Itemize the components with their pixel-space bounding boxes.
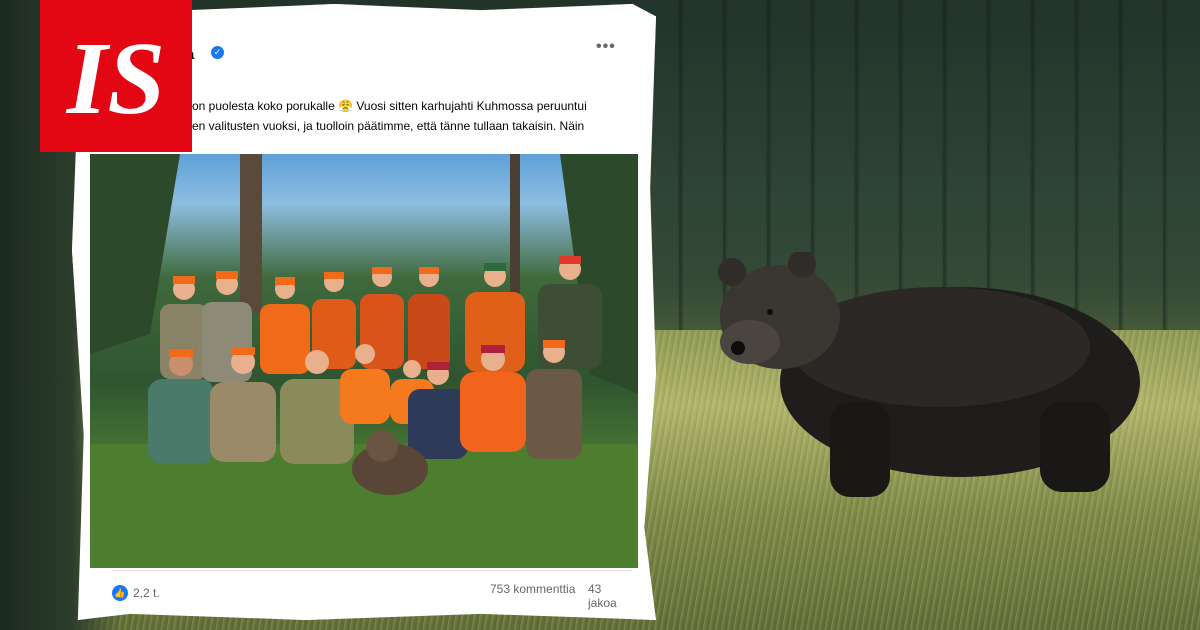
bear-image <box>718 252 1140 497</box>
reactions-count[interactable]: 2,2 t. <box>133 586 160 600</box>
post-text-line: en valitusten vuoksi, ja tuolloin päätim… <box>192 119 585 133</box>
is-logo-text: IS <box>65 21 165 131</box>
post-text: on puolesta koko porukalle 😤 Vuosi sitte… <box>192 96 632 136</box>
post-photo[interactable] <box>90 154 638 568</box>
hunting-group-photo <box>90 154 638 568</box>
more-options-icon[interactable]: ••• <box>596 38 616 56</box>
comments-count[interactable]: 753 kommenttia <box>490 582 575 596</box>
like-icon[interactable]: 👍 <box>112 585 128 601</box>
shares-count[interactable]: 43 jakoa <box>588 582 632 610</box>
post-footer: 👍 2,2 t. 753 kommenttia 43 jakoa <box>112 570 632 610</box>
is-logo: IS <box>40 0 192 152</box>
is-logo-mark: IS <box>65 21 165 131</box>
verified-badge-icon: ✓ <box>211 46 224 59</box>
post-text-line: on puolesta koko porukalle 😤 Vuosi sitte… <box>192 99 587 113</box>
